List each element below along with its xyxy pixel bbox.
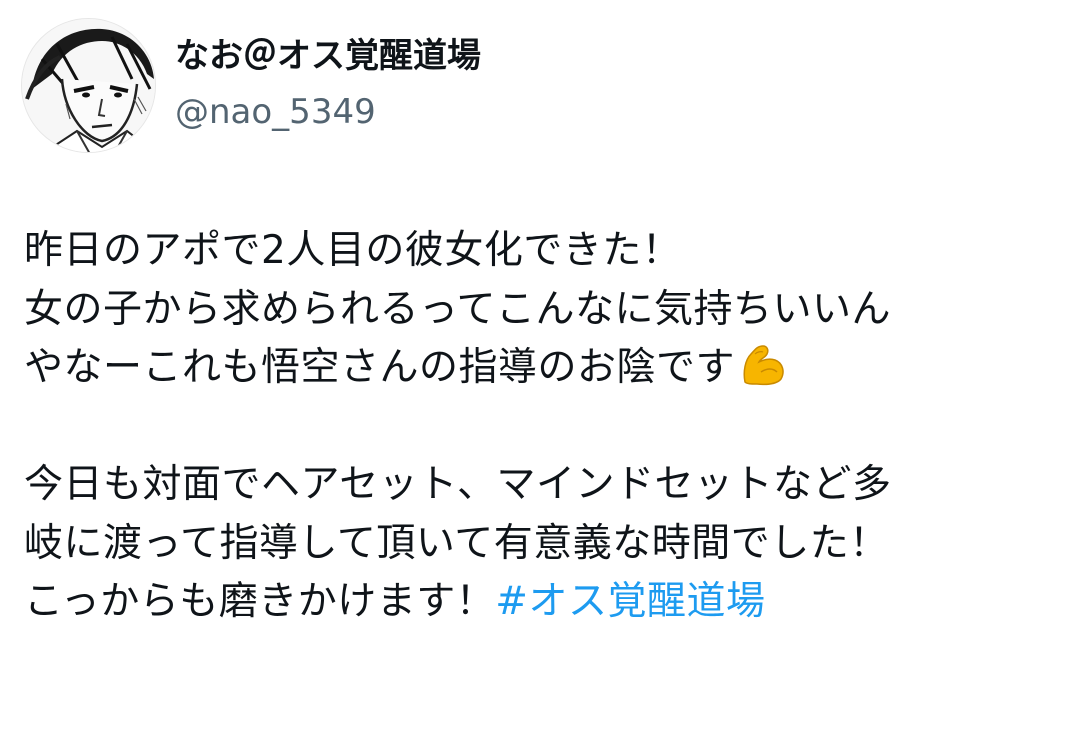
tweet-line-text: こっからも磨きかけます！ (24, 579, 496, 624)
display-name[interactable]: なお＠オス覚醒道場 (175, 34, 481, 78)
flexed-biceps-icon (739, 342, 787, 404)
tweet-line: 岐に渡って指導して頂いて有意義な時間でした！ (24, 520, 889, 566)
user-handle[interactable]: @nao_5349 (175, 90, 376, 134)
tweet-line-text: やなーこれも悟空さんの指導のお陰です (24, 345, 736, 390)
tweet-card: なお＠オス覚醒道場 @nao_5349 昨日のアポで2人目の彼女化できた！ 女の… (0, 0, 1075, 740)
tweet-line: 今日も対面でヘアセット、マインドセットなど多 (24, 462, 892, 507)
tweet-line: やなーこれも悟空さんの指導のお陰です (24, 339, 1054, 398)
tweet-text: 昨日のアポで2人目の彼女化できた！ 女の子から求められるってこんなに気持ちいいん… (24, 222, 1054, 632)
tweet-line: 昨日のアポで2人目の彼女化できた！ (24, 228, 682, 273)
tweet-line: 女の子から求められるってこんなに気持ちいいん (24, 286, 892, 332)
manga-portrait-image (22, 19, 155, 152)
hashtag-link[interactable]: #オス覚醒道場 (495, 579, 765, 624)
avatar[interactable] (21, 18, 156, 153)
tweet-line: こっからも磨きかけます！#オス覚醒道場 (24, 573, 1054, 632)
